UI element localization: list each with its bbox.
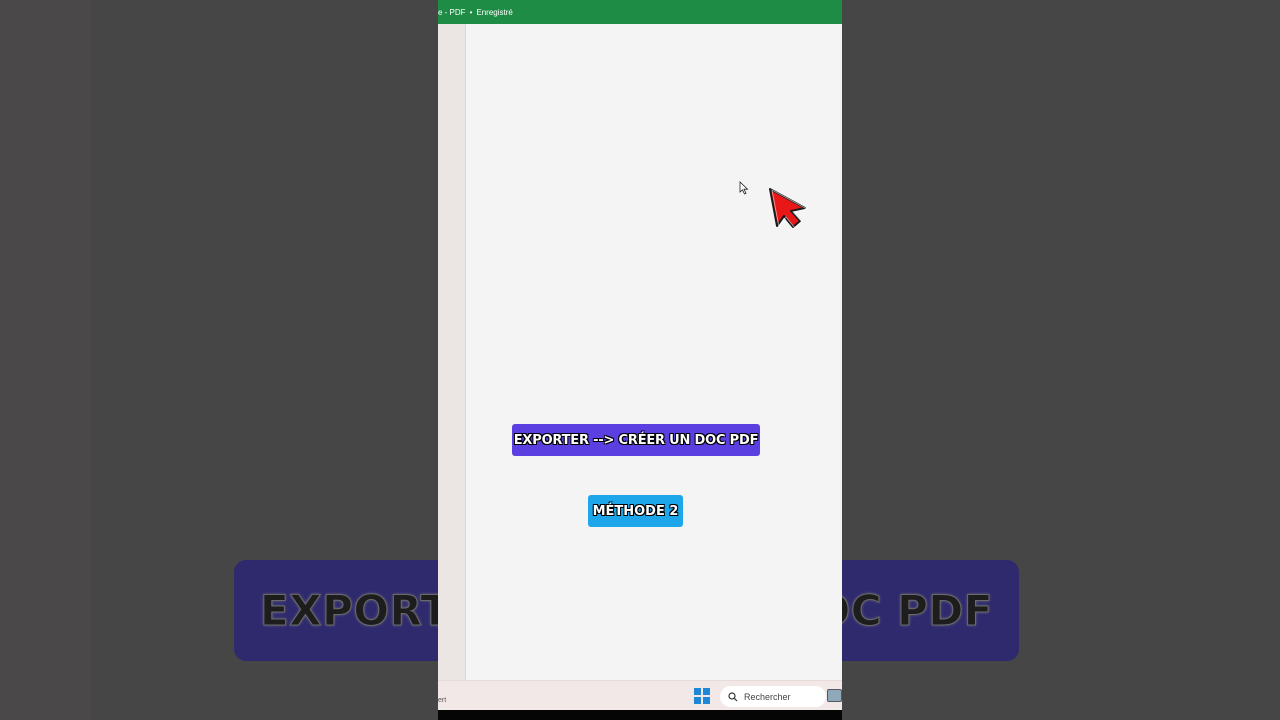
video-frame: e - PDF • Enregistré EXPORTER --> CRÉER … bbox=[438, 0, 842, 720]
app-titlebar: e - PDF • Enregistré bbox=[438, 0, 842, 24]
method-label: MÉTHODE 2 bbox=[588, 495, 683, 527]
save-status: Enregistré bbox=[476, 7, 513, 17]
background-left-edge bbox=[0, 0, 90, 720]
left-margin-strip bbox=[438, 24, 466, 680]
bottom-bar bbox=[438, 710, 842, 720]
red-arrow-pointer-icon bbox=[769, 188, 809, 229]
taskbar: ert Rechercher bbox=[438, 680, 842, 710]
document-page[interactable] bbox=[467, 24, 842, 680]
step-label: EXPORTER --> CRÉER UN DOC PDF bbox=[512, 424, 760, 456]
status-text: ert bbox=[438, 697, 447, 704]
search-placeholder: Rechercher bbox=[744, 691, 791, 702]
tray-app-icon[interactable] bbox=[827, 689, 842, 702]
mouse-pointer-icon bbox=[739, 181, 749, 195]
window-title: e - PDF bbox=[438, 7, 466, 17]
search-icon bbox=[728, 691, 738, 701]
taskbar-search-box[interactable]: Rechercher bbox=[720, 686, 826, 707]
windows-logo-icon[interactable] bbox=[694, 688, 710, 704]
title-separator: • bbox=[469, 7, 473, 17]
